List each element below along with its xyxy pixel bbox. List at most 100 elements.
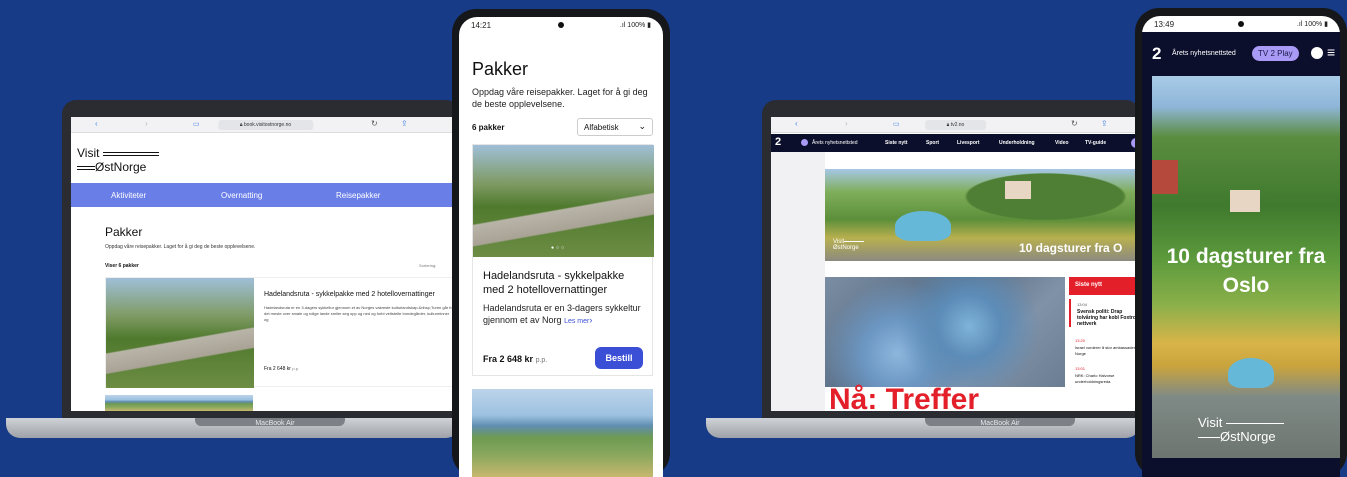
forward-icon[interactable]: › [145, 119, 148, 128]
browser-toolbar: ‹ › ▭ AA 🔒︎ book.visitostnorge.no ↻ ⇪ [71, 117, 460, 133]
package-title[interactable]: Hadelandsruta - sykkelpakke med 2 hotell… [483, 269, 648, 297]
avatar-icon[interactable] [1311, 47, 1323, 59]
menu-icon[interactable]: ≡ [1327, 44, 1335, 60]
sidebar-icon[interactable]: ▭ [193, 120, 200, 128]
nav-item-overnatting[interactable]: Overnatting [221, 191, 262, 200]
nav-item-siste-nytt[interactable]: Siste nytt [885, 140, 908, 146]
carousel-dots[interactable]: ●○○ [551, 245, 566, 251]
news-text: Svensk politi: Drap tolvåring har kobl F… [1077, 309, 1140, 327]
status-bar: 13:49 .ıl 100% ▮ [1142, 16, 1340, 32]
site-logo[interactable]: Visit ØstNorge [77, 146, 159, 175]
address-bar[interactable]: 🔒︎ book.visitostnorge.no [217, 120, 314, 130]
package-price: Fra 2 648 kr p.p. [264, 366, 300, 372]
brand-tagline: Årets nyhetsnettsted [812, 140, 858, 146]
status-time: 14:21 [471, 20, 492, 30]
page-title: Pakker [472, 59, 529, 79]
forward-icon[interactable]: › [845, 119, 848, 128]
package-image [106, 278, 254, 388]
brand-badge-icon [801, 139, 808, 146]
car-image [895, 211, 951, 241]
package-card[interactable]: Hadelandsruta - sykkelpakke med 2 hotell… [105, 277, 460, 388]
nav-item-underholdning[interactable]: Underholdning [999, 140, 1035, 146]
logo-region: ØstNorge [95, 159, 147, 174]
farmhouse-image [1230, 190, 1260, 212]
result-count: 6 pakker [472, 123, 505, 132]
news-text: Israel vurderer å stor ambassaden i Norg… [1075, 345, 1138, 356]
tv2-header: 2 Årets nyhetsnettsted TV 2 Play ≡ [1142, 38, 1340, 70]
barn-image [1152, 160, 1178, 194]
book-button[interactable]: Bestill [595, 347, 643, 369]
chevron-down-icon: ⌄ [638, 121, 646, 131]
headline-fragment[interactable]: Nå: Treffer [829, 385, 979, 412]
package-image: ●○○ [473, 145, 654, 257]
logo-wave-icon [102, 150, 159, 158]
status-time: 13:49 [1154, 19, 1175, 29]
right-phone: 13:49 .ıl 100% ▮ 2 Årets nyhetsnettsted … [1135, 8, 1347, 477]
share-icon[interactable]: ⇪ [1101, 119, 1108, 128]
nav-item-video[interactable]: Video [1055, 140, 1069, 146]
ad-headline: 10 dagsturer fra Oslo [1166, 245, 1326, 297]
back-icon[interactable]: ‹ [95, 119, 98, 128]
share-icon[interactable]: ⇪ [401, 119, 408, 128]
tv2-nav: 2 Årets nyhetsnettsted Siste nytt Sport … [771, 134, 1140, 152]
news-item[interactable]: 13:04 Svensk politi: Drap tolvåring har … [1069, 299, 1140, 327]
nav-item-tv-guide[interactable]: TV-guide [1085, 140, 1106, 146]
tv2-logo-icon[interactable]: 2 [775, 136, 781, 148]
news-time: 13:01 [1075, 366, 1086, 371]
reload-icon[interactable]: ↻ [371, 119, 378, 128]
package-card[interactable]: ●○○ Hadelandsruta - sykkelpakke med 2 ho… [472, 144, 654, 376]
sort-label[interactable]: Sortering: [419, 263, 436, 268]
laptop-screen: ‹ › ▭ AA 🔒︎ tv2.no ↻ ⇪ 2 Årets nyhetsnet… [771, 117, 1140, 411]
laptop-model: MacBook Air [255, 420, 295, 427]
page-subtitle: Oppdag våre reisepakker. Laget for å gi … [105, 244, 256, 250]
nav-item-sport[interactable]: Sport [926, 140, 939, 146]
nav-item-aktiviteter[interactable]: Aktiviteter [111, 191, 146, 200]
page-title: Pakker [105, 225, 143, 239]
main-nav: Aktiviteter Overnatting Reisepakker [71, 183, 460, 207]
phone-screen: 14:21 .ıl 100% ▮ Pakker Oppdag våre reis… [459, 17, 663, 477]
reload-icon[interactable]: ↻ [1071, 119, 1078, 128]
nav-item-livesport[interactable]: Livesport [957, 140, 980, 146]
status-battery: .ıl 100% ▮ [619, 22, 651, 29]
left-gutter [771, 152, 825, 411]
news-item[interactable]: 13:20 Israel vurderer å stor ambassaden … [1069, 335, 1140, 357]
tv2-logo-icon[interactable]: 2 [1152, 44, 1161, 64]
news-time: 13:20 [1075, 338, 1086, 343]
package-description: Hadelandsruta er en 3-dagers sykkeltur g… [483, 303, 641, 325]
right-laptop: ‹ › ▭ AA 🔒︎ tv2.no ↻ ⇪ 2 Årets nyhetsnet… [700, 0, 1140, 445]
package-title[interactable]: Hadelandsruta - sykkelpakke med 2 hotell… [264, 291, 435, 298]
next-package-image [472, 389, 653, 477]
browser-toolbar: ‹ › ▭ AA 🔒︎ tv2.no ↻ ⇪ [771, 117, 1140, 133]
sidebar-icon[interactable]: ▭ [893, 120, 900, 128]
battery-icon: ▮ [1322, 21, 1328, 28]
logo-wave-icon [77, 164, 95, 172]
tv2-play-button[interactable]: TV 2 Play [1252, 46, 1299, 61]
address-bar[interactable]: 🔒︎ tv2.no [924, 120, 987, 130]
news-item[interactable]: 13:01 NRK: Charlo Halvorse underholdning… [1069, 363, 1140, 385]
package-price: Fra 2 648 kr p.p. [483, 354, 548, 364]
weather-radar-image[interactable] [825, 277, 1065, 387]
latest-news-header[interactable]: Siste nytt [1069, 277, 1140, 295]
package-description: Hadelandsruta er en 3-dagers sykkeltur g… [264, 305, 454, 322]
ad-banner[interactable]: 10 dagsturer fra O Visit ØstNorge [825, 169, 1140, 261]
logo-wave-icon [1226, 421, 1285, 426]
battery-icon: ▮ [645, 22, 651, 29]
ad-banner[interactable]: 10 dagsturer fra Oslo Visit ØstNorge [1152, 76, 1340, 458]
ad-logo: Visit ØstNorge [1198, 416, 1285, 443]
status-bar: 14:21 .ıl 100% ▮ [459, 17, 663, 33]
laptop-screen: ‹ › ▭ AA 🔒︎ book.visitostnorge.no ↻ ⇪ Vi… [71, 117, 460, 411]
read-more-link[interactable]: Les mer [564, 318, 589, 325]
logo-visit: Visit [77, 146, 100, 160]
latest-news-panel: Siste nytt 13:04 Svensk politi: Drap tol… [1069, 277, 1140, 411]
ad-headline: 10 dagsturer fra O [1019, 241, 1123, 255]
back-icon[interactable]: ‹ [795, 119, 798, 128]
status-battery: .ıl 100% ▮ [1296, 21, 1328, 28]
page-subtitle: Oppdag våre reisepakker. Laget for å gi … [472, 87, 648, 109]
next-package-image [105, 395, 253, 411]
news-text: NRK: Charlo Halvorse underholdningsreda [1075, 373, 1115, 384]
logo-wave-icon [1198, 435, 1220, 440]
laptop-model: MacBook Air [980, 420, 1020, 427]
sort-select[interactable]: Alfabetisk ⌄ [577, 118, 653, 136]
logo-wave-icon [844, 239, 865, 244]
nav-item-reisepakker[interactable]: Reisepakker [336, 191, 380, 200]
